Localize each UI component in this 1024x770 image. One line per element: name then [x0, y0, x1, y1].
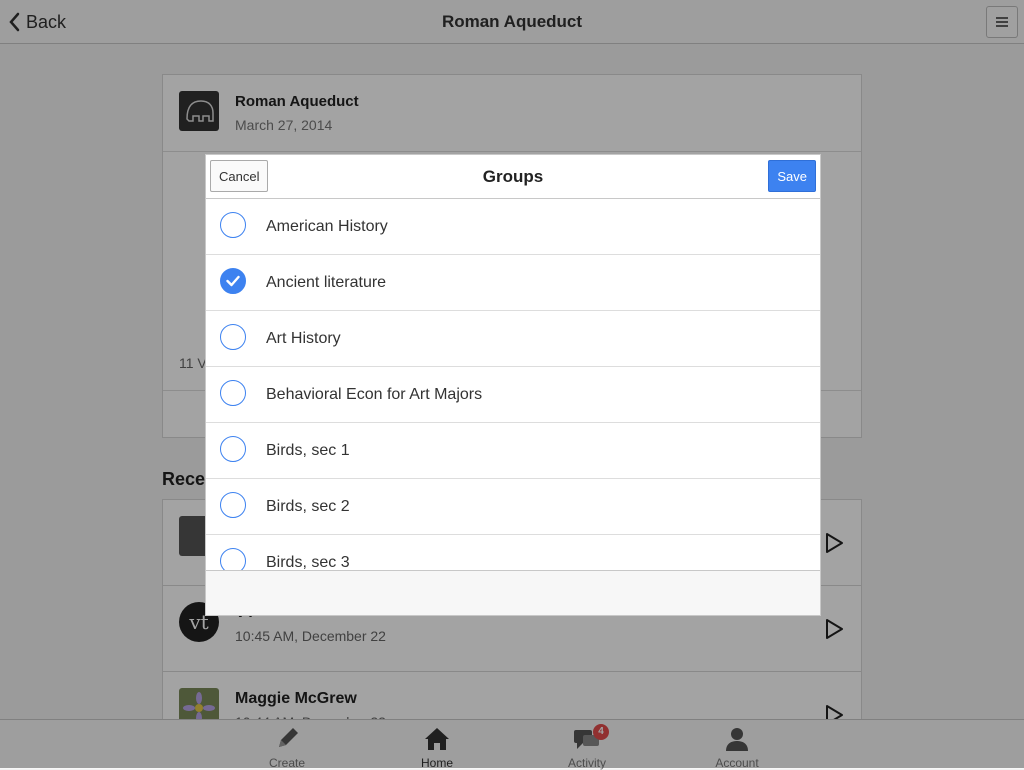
group-option-art-history[interactable]: Art History [206, 311, 820, 367]
group-label: Behavioral Econ for Art Majors [266, 386, 483, 403]
group-option-birds-sec-1[interactable]: Birds, sec 1 [206, 423, 820, 479]
group-option-ancient-literature[interactable]: Ancient literature [206, 255, 820, 311]
radio-unchecked-icon[interactable] [220, 436, 246, 462]
radio-unchecked-icon[interactable] [220, 324, 246, 350]
group-option-birds-sec-3[interactable]: Birds, sec 3 [206, 535, 820, 571]
groups-dialog: Cancel Groups Save American History Anci… [205, 154, 821, 616]
group-option-birds-sec-2[interactable]: Birds, sec 2 [206, 479, 820, 535]
checkmark-icon [226, 275, 240, 287]
radio-unchecked-icon[interactable] [220, 492, 246, 518]
group-label: Birds, sec 1 [266, 442, 350, 459]
group-label: Birds, sec 3 [266, 554, 350, 571]
group-option-american-history[interactable]: American History [206, 199, 820, 255]
group-label: Birds, sec 2 [266, 498, 350, 515]
radio-checked-icon[interactable] [220, 268, 246, 294]
group-label: American History [266, 218, 388, 235]
dialog-header: Cancel Groups Save [206, 155, 820, 199]
group-label: Art History [266, 330, 341, 347]
save-button[interactable]: Save [768, 160, 816, 192]
radio-unchecked-icon[interactable] [220, 548, 246, 570]
group-label: Ancient literature [266, 274, 387, 291]
group-option-behavioral-econ[interactable]: Behavioral Econ for Art Majors [206, 367, 820, 423]
radio-unchecked-icon[interactable] [220, 212, 246, 238]
dialog-title: Groups [482, 167, 544, 186]
radio-unchecked-icon[interactable] [220, 380, 246, 406]
groups-list[interactable]: American History Ancient literature Art … [206, 199, 820, 571]
